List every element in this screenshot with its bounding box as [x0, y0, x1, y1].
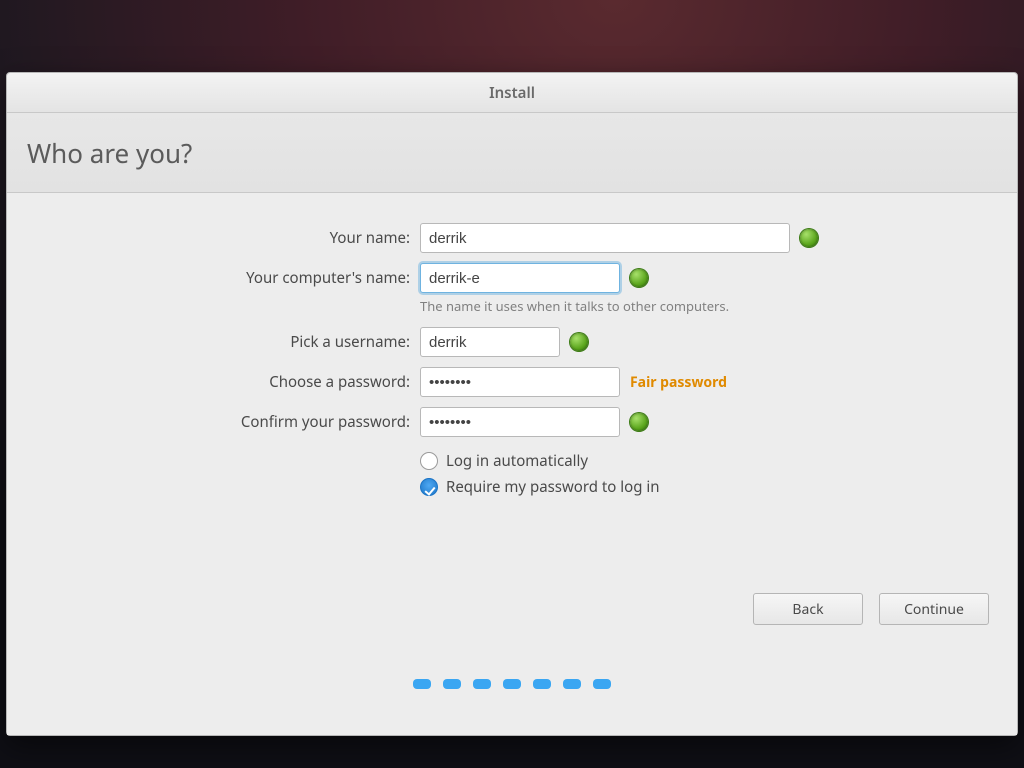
- computer-name-hint: The name it uses when it talks to other …: [420, 297, 1017, 315]
- password-strength: Fair password: [630, 373, 727, 392]
- check-icon: [800, 229, 818, 247]
- progress-indicator: [7, 679, 1017, 689]
- username-input[interactable]: [420, 327, 560, 357]
- desktop-background: Install Who are you? Your name: Your com…: [0, 0, 1024, 768]
- page-subheader: Who are you?: [7, 113, 1017, 193]
- progress-dot: [473, 679, 491, 689]
- progress-dot: [503, 679, 521, 689]
- login-auto-label: Log in automatically: [446, 451, 588, 471]
- installer-window: Install Who are you? Your name: Your com…: [6, 72, 1018, 736]
- page-heading: Who are you?: [27, 135, 192, 171]
- progress-dot: [533, 679, 551, 689]
- label-username: Pick a username:: [7, 332, 412, 352]
- label-computer-name: Your computer's name:: [7, 268, 412, 288]
- label-your-name: Your name:: [7, 228, 412, 248]
- your-name-input[interactable]: [420, 223, 790, 253]
- radio-checked-icon: [420, 478, 438, 496]
- password-input[interactable]: [420, 367, 620, 397]
- window-titlebar: Install: [7, 73, 1017, 113]
- login-require-label: Require my password to log in: [446, 477, 659, 497]
- check-icon: [570, 333, 588, 351]
- continue-button[interactable]: Continue: [879, 593, 989, 625]
- confirm-password-input[interactable]: [420, 407, 620, 437]
- form-area: Your name: Your computer's name: The nam…: [7, 193, 1017, 735]
- progress-dot: [443, 679, 461, 689]
- login-auto-option[interactable]: Log in automatically: [420, 451, 1017, 471]
- label-password: Choose a password:: [7, 372, 412, 392]
- label-confirm-password: Confirm your password:: [7, 412, 412, 432]
- back-button[interactable]: Back: [753, 593, 863, 625]
- window-title: Install: [489, 83, 535, 103]
- progress-dot: [413, 679, 431, 689]
- progress-dot: [563, 679, 581, 689]
- login-require-option[interactable]: Require my password to log in: [420, 477, 1017, 497]
- progress-dot: [593, 679, 611, 689]
- computer-name-input[interactable]: [420, 263, 620, 293]
- check-icon: [630, 269, 648, 287]
- radio-icon: [420, 452, 438, 470]
- check-icon: [630, 413, 648, 431]
